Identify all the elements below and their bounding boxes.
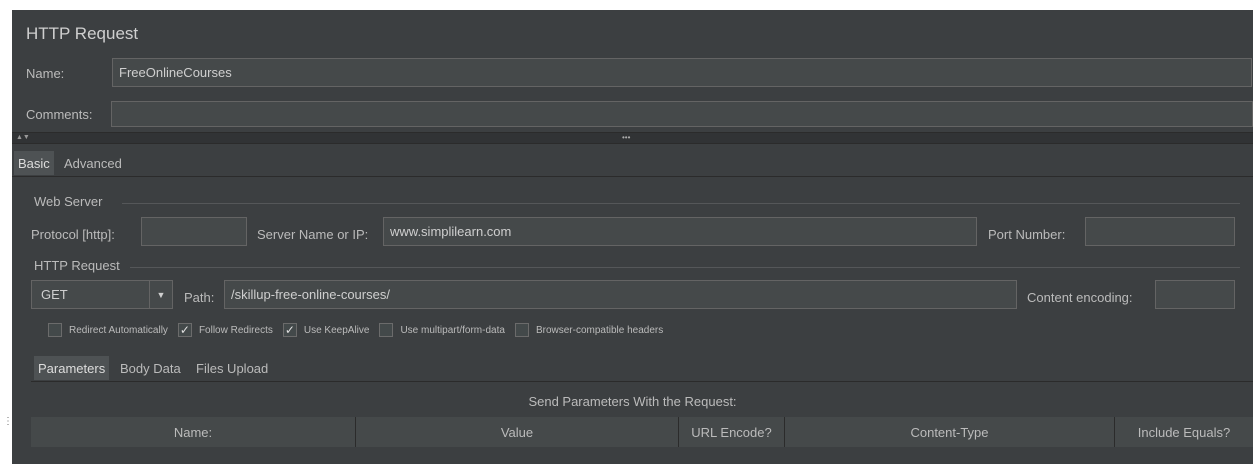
name-label: Name: — [26, 66, 65, 81]
server-name-input[interactable]: www.simplilearn.com — [383, 217, 977, 246]
server-name-label: Server Name or IP: — [257, 227, 369, 242]
content-encoding-label: Content encoding: — [1027, 290, 1133, 305]
chevron-down-icon[interactable]: ▼ — [149, 281, 172, 308]
collapse-arrows-icon[interactable]: ▲▼ — [16, 132, 30, 144]
use-keepalive-checkbox[interactable]: ✓ — [282, 323, 297, 337]
sub-tab-separator — [31, 381, 1253, 382]
redirect-automatically-label: Redirect Automatically — [69, 324, 168, 336]
splitter-handle-icon[interactable]: ••• — [622, 132, 630, 144]
http-request-panel: HTTP Request Name: FreeOnlineCourses Com… — [12, 10, 1253, 464]
web-server-group-line — [122, 203, 1240, 204]
comments-input[interactable] — [111, 101, 1253, 127]
column-header-name[interactable]: Name: — [31, 417, 356, 447]
port-number-input[interactable] — [1085, 217, 1235, 246]
http-request-group-line — [130, 267, 1240, 268]
tab-advanced[interactable]: Advanced — [60, 151, 126, 175]
options-row: Redirect Automatically ✓ Follow Redirect… — [48, 323, 673, 337]
tab-body-data[interactable]: Body Data — [116, 356, 185, 380]
use-multipart-label: Use multipart/form-data — [400, 324, 505, 336]
drag-handle-icon[interactable]: ⋮ — [3, 417, 13, 427]
method-select[interactable]: GET ▼ — [31, 280, 173, 309]
browser-compatible-headers-checkbox[interactable] — [514, 323, 529, 337]
http-request-group-title: HTTP Request — [34, 258, 120, 273]
method-select-value: GET — [41, 287, 68, 302]
path-input[interactable]: /skillup-free-online-courses/ — [224, 280, 1017, 309]
follow-redirects-label: Follow Redirects — [198, 324, 273, 336]
splitter-bar[interactable] — [12, 132, 1253, 144]
web-server-group-title: Web Server — [34, 194, 103, 209]
tab-separator — [12, 176, 1253, 177]
browser-compatible-headers-label: Browser-compatible headers — [535, 324, 664, 336]
protocol-input[interactable] — [141, 217, 247, 246]
port-number-label: Port Number: — [988, 227, 1066, 242]
tab-parameters[interactable]: Parameters — [34, 356, 110, 380]
path-label: Path: — [184, 290, 215, 305]
tab-basic[interactable]: Basic — [14, 151, 54, 175]
column-header-value[interactable]: Value — [356, 417, 679, 447]
column-header-include-equals[interactable]: Include Equals? — [1115, 417, 1253, 447]
content-encoding-input[interactable] — [1155, 280, 1235, 309]
use-multipart-checkbox[interactable] — [379, 323, 394, 337]
tab-files-upload[interactable]: Files Upload — [192, 356, 272, 380]
use-keepalive-label: Use KeepAlive — [303, 324, 370, 336]
params-table-caption: Send Parameters With the Request: — [528, 394, 737, 409]
follow-redirects-checkbox[interactable]: ✓ — [177, 323, 192, 337]
comments-label: Comments: — [26, 107, 93, 122]
column-header-content-type[interactable]: Content-Type — [785, 417, 1115, 447]
panel-title: HTTP Request — [26, 24, 139, 43]
name-input[interactable]: FreeOnlineCourses — [112, 58, 1252, 87]
protocol-label: Protocol [http]: — [31, 227, 115, 242]
column-header-url-encode[interactable]: URL Encode? — [679, 417, 785, 447]
redirect-automatically-checkbox[interactable] — [48, 323, 62, 337]
